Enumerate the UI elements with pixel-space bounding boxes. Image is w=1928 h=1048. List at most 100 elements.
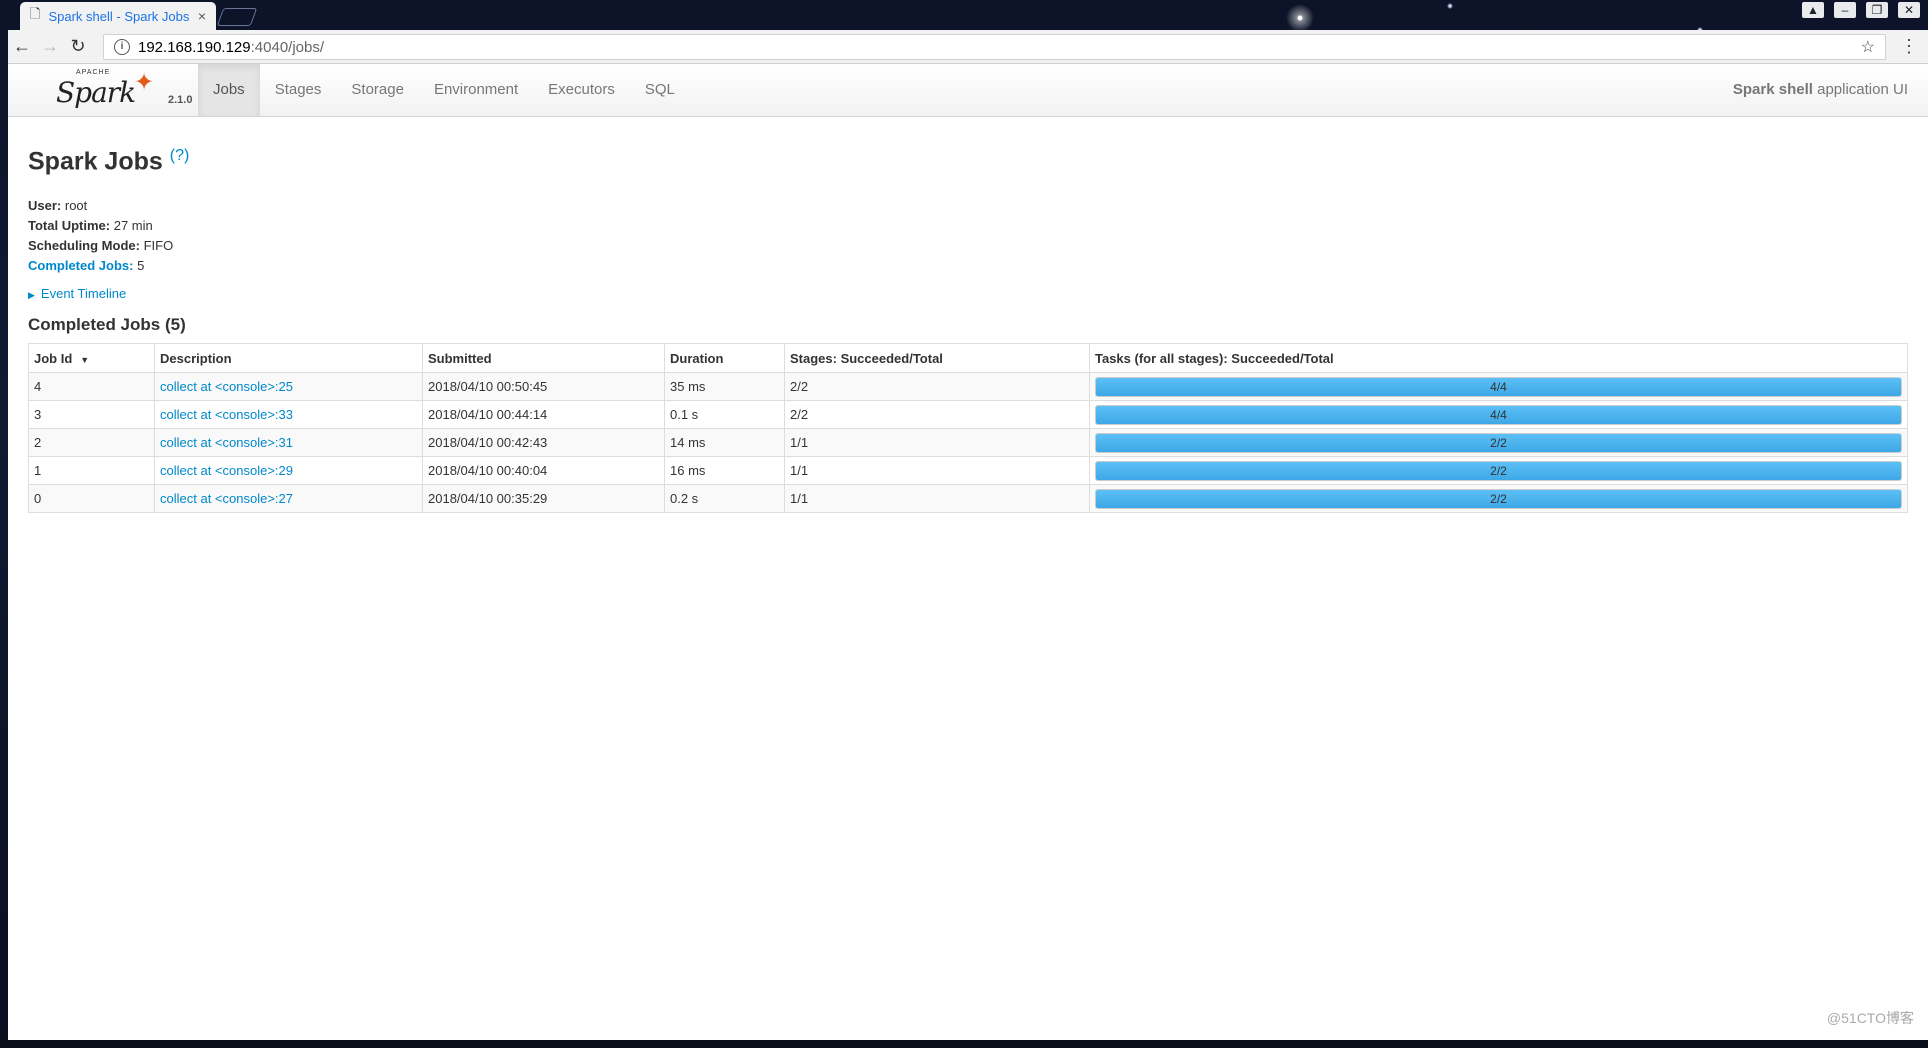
progress-label: 4/4 — [1490, 379, 1507, 394]
tasks-cell: 2/2 — [1089, 456, 1908, 486]
jobs-table-body: 4 collect at <console>:25 2018/04/10 00:50… — [28, 372, 1908, 514]
tasks-cell: 4/4 — [1089, 400, 1908, 430]
progress-label: 2/2 — [1490, 463, 1507, 478]
address-bar[interactable]: i 192.168.190.129 :4040/jobs/ ☆ — [103, 34, 1886, 60]
description-cell: collect at <console>:31 — [154, 428, 423, 458]
page-icon: 🗋 — [30, 6, 41, 21]
url-path: :4040/jobs/ — [250, 38, 325, 56]
app-name: Spark shell application UI — [1733, 64, 1908, 116]
col-tasks: Tasks (for all stages): Succeeded/Total — [1089, 343, 1908, 374]
new-tab-button[interactable] — [216, 8, 258, 26]
page-title-row: Spark Jobs (?) — [28, 147, 1908, 176]
tab-jobs[interactable]: Jobs — [198, 64, 260, 116]
nav-tabs: Jobs Stages Storage Environment Executor… — [198, 64, 690, 116]
mode-value: FIFO — [143, 238, 174, 254]
tab-sql[interactable]: SQL — [630, 64, 690, 116]
spark-navbar: APACHE Spark ✦ 2.1.0 Jobs Stages Storage… — [8, 64, 1928, 117]
tab-storage[interactable]: Storage — [336, 64, 419, 116]
duration-cell: 0.2 s — [664, 484, 785, 514]
col-job-id-label: Job Id — [34, 350, 73, 366]
kebab-menu-icon[interactable]: ⋮ — [1900, 36, 1918, 57]
job-description-link[interactable]: collect at <console>:31 — [160, 435, 293, 450]
url-host: 192.168.190.129 — [138, 38, 251, 56]
col-submitted[interactable]: Submitted — [422, 343, 665, 374]
browser-tab[interactable]: 🗋 Spark shell - Spark Jobs × — [20, 2, 216, 30]
tasks-progress-bar: 2/2 — [1095, 432, 1902, 453]
caret-right-icon: ▶ — [28, 290, 35, 301]
reload-icon[interactable]: ↻ — [64, 36, 92, 57]
spark-logo[interactable]: APACHE Spark ✦ 2.1.0 — [46, 66, 192, 114]
profile-icon[interactable]: ▲ — [1802, 2, 1824, 18]
job-id-cell: 4 — [28, 372, 155, 402]
tasks-progress-bar: 2/2 — [1095, 460, 1902, 481]
app-name-rest: application UI — [1812, 81, 1908, 98]
spark-version: 2.1.0 — [168, 94, 193, 106]
table-row: 1 collect at <console>:29 2018/04/10 00:40… — [28, 456, 1908, 486]
page-viewport: APACHE Spark ✦ 2.1.0 Jobs Stages Storage… — [8, 64, 1928, 1040]
job-id-cell: 3 — [28, 400, 155, 430]
submitted-cell: 2018/04/10 00:35:29 — [422, 484, 665, 514]
summary-list: User: root Total Uptime: 27 min Scheduli… — [28, 196, 1908, 276]
stages-cell: 1/1 — [784, 484, 1090, 514]
job-id-cell: 1 — [28, 456, 155, 486]
tasks-progress-bar: 4/4 — [1095, 404, 1902, 425]
description-cell: collect at <console>:27 — [154, 484, 423, 514]
star-icon[interactable]: ☆ — [1861, 37, 1875, 57]
duration-cell: 14 ms — [664, 428, 785, 458]
tab-stages[interactable]: Stages — [260, 64, 337, 116]
job-description-link[interactable]: collect at <console>:25 — [160, 379, 293, 394]
description-cell: collect at <console>:25 — [154, 372, 423, 402]
mode-label: Scheduling Mode: — [28, 238, 140, 254]
summary-user: User: root — [28, 196, 1908, 216]
event-timeline-toggle[interactable]: ▶ Event Timeline — [28, 286, 1908, 301]
stages-cell: 1/1 — [784, 428, 1090, 458]
completed-jobs-link[interactable]: Completed Jobs: — [28, 258, 133, 273]
stages-cell: 1/1 — [784, 456, 1090, 486]
job-description-link[interactable]: collect at <console>:27 — [160, 491, 293, 506]
stages-cell: 2/2 — [784, 400, 1090, 430]
submitted-cell: 2018/04/10 00:50:45 — [422, 372, 665, 402]
duration-cell: 35 ms — [664, 372, 785, 402]
table-row: 3 collect at <console>:33 2018/04/10 00:44… — [28, 400, 1908, 430]
minimize-icon[interactable]: – — [1834, 2, 1856, 18]
completed-value: 5 — [137, 258, 145, 274]
jobs-table: Job Id ▼ Description Submitted Duration S… — [28, 343, 1908, 514]
col-job-id[interactable]: Job Id ▼ — [28, 343, 155, 374]
col-stages: Stages: Succeeded/Total — [784, 343, 1090, 374]
uptime-value: 27 min — [113, 218, 153, 234]
tab-environment[interactable]: Environment — [419, 64, 533, 116]
window-controls: ▲ – ❐ ✕ — [1802, 2, 1920, 18]
help-link[interactable]: (?) — [170, 147, 190, 164]
event-timeline-label: Event Timeline — [40, 286, 127, 302]
tasks-cell: 4/4 — [1089, 372, 1908, 402]
submitted-cell: 2018/04/10 00:42:43 — [422, 428, 665, 458]
info-icon[interactable]: i — [114, 39, 130, 55]
app-name-bold: Spark shell — [1732, 81, 1813, 98]
close-window-icon[interactable]: ✕ — [1898, 2, 1920, 18]
browser-tab-strip: 🗋 Spark shell - Spark Jobs × ▲ – ❐ ✕ — [0, 0, 1928, 30]
table-row: 2 collect at <console>:31 2018/04/10 00:42… — [28, 428, 1908, 458]
tasks-progress-bar: 4/4 — [1095, 376, 1902, 397]
tab-close-icon[interactable]: × — [198, 8, 206, 24]
summary-completed[interactable]: Completed Jobs: 5 — [28, 256, 1908, 276]
col-duration[interactable]: Duration — [664, 343, 785, 374]
summary-mode: Scheduling Mode: FIFO — [28, 236, 1908, 256]
duration-cell: 16 ms — [664, 456, 785, 486]
submitted-cell: 2018/04/10 00:40:04 — [422, 456, 665, 486]
tab-executors[interactable]: Executors — [533, 64, 630, 116]
forward-icon[interactable]: → — [36, 36, 64, 57]
col-description[interactable]: Description — [154, 343, 423, 374]
job-description-link[interactable]: collect at <console>:29 — [160, 463, 293, 478]
back-icon[interactable]: ← — [8, 36, 36, 57]
submitted-cell: 2018/04/10 00:44:14 — [422, 400, 665, 430]
main-content: Spark Jobs (?) User: root Total Uptime: … — [8, 147, 1928, 514]
sort-desc-icon: ▼ — [80, 354, 90, 365]
job-id-cell: 0 — [28, 484, 155, 514]
taskbar — [0, 1040, 1928, 1048]
job-description-link[interactable]: collect at <console>:33 — [160, 407, 293, 422]
logo-spark: Spark — [56, 76, 136, 109]
progress-label: 4/4 — [1490, 407, 1507, 422]
progress-label: 2/2 — [1490, 435, 1507, 450]
user-label: User: — [28, 198, 62, 214]
restore-icon[interactable]: ❐ — [1866, 2, 1888, 18]
